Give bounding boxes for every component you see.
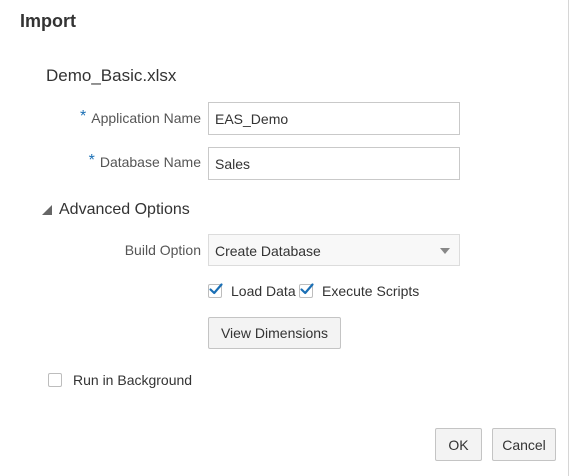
ok-button[interactable]: OK	[435, 428, 482, 461]
application-name-label: * Application Name	[80, 108, 201, 128]
chevron-down-icon	[440, 248, 450, 254]
build-option-row: Build Option	[0, 234, 201, 266]
advanced-options-toggle[interactable]: Advanced Options	[42, 200, 190, 220]
triangle-expanded-icon	[42, 205, 52, 215]
run-in-background-label: Run in Background	[73, 372, 193, 388]
build-option-select[interactable]: Create Database	[208, 234, 460, 266]
application-name-input[interactable]	[208, 102, 460, 135]
advanced-options-label: Advanced Options	[59, 201, 190, 218]
application-name-label-text: Application Name	[91, 110, 201, 126]
checkmark-icon	[209, 283, 223, 295]
run-in-background-checkbox[interactable]: Run in Background	[48, 372, 192, 388]
database-name-label: * Database Name	[88, 152, 201, 172]
checkmark-icon	[300, 283, 314, 295]
execute-scripts-checkbox[interactable]: Execute Scripts	[299, 283, 419, 299]
database-name-row: * Database Name	[0, 146, 201, 178]
application-name-row: * Application Name	[0, 102, 201, 134]
load-data-label: Load Data	[231, 283, 296, 299]
required-marker: *	[88, 152, 95, 169]
view-dimensions-button[interactable]: View Dimensions	[208, 317, 341, 349]
build-option-label: Build Option	[124, 242, 201, 258]
database-name-label-text: Database Name	[99, 154, 201, 170]
import-dialog: Import Demo_Basic.xlsx * Application Name…	[0, 0, 569, 476]
cancel-button[interactable]: Cancel	[492, 428, 556, 461]
build-option-value: Create Database	[215, 243, 321, 259]
required-marker: *	[80, 108, 87, 125]
load-data-checkbox[interactable]: Load Data	[208, 283, 296, 299]
run-in-background-checkbox-box[interactable]	[48, 373, 62, 387]
load-data-checkbox-box[interactable]	[208, 283, 223, 298]
database-name-input[interactable]	[208, 147, 460, 180]
file-name: Demo_Basic.xlsx	[46, 66, 177, 85]
execute-scripts-label: Execute Scripts	[322, 283, 420, 299]
dialog-title: Import	[20, 11, 76, 31]
execute-scripts-checkbox-box[interactable]	[299, 283, 314, 298]
